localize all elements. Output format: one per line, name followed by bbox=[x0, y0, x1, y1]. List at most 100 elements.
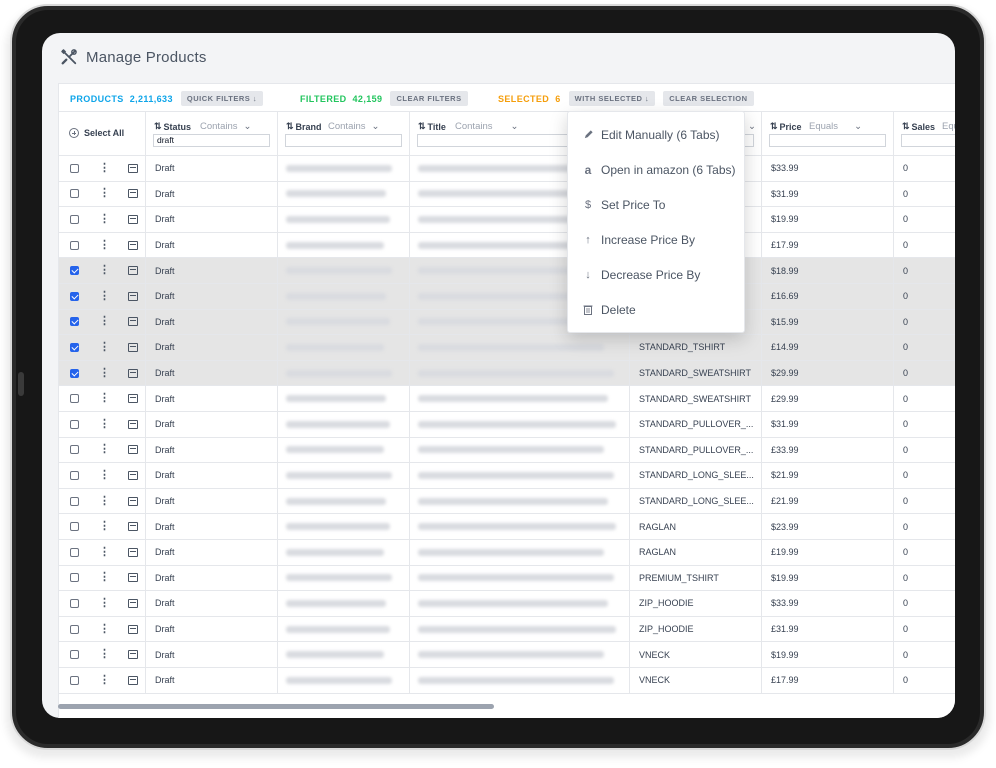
image-icon[interactable] bbox=[127, 189, 138, 199]
image-icon[interactable] bbox=[127, 573, 138, 583]
table-row[interactable]: ⋮ Draft $15.99 0 bbox=[59, 309, 955, 336]
more-vertical-icon[interactable]: ⋮ bbox=[99, 444, 110, 455]
title-sort-header[interactable]: ⇅ Title bbox=[418, 121, 446, 132]
image-icon[interactable] bbox=[127, 547, 138, 557]
table-row[interactable]: ⋮ Draft STANDARD_PULLOVER_... £33.99 0 bbox=[59, 437, 955, 464]
image-icon[interactable] bbox=[127, 445, 138, 455]
more-vertical-icon[interactable]: ⋮ bbox=[99, 341, 110, 353]
table-row[interactable]: ⋮ Draft ZIP_HOODIE $33.99 0 bbox=[59, 591, 955, 617]
select-all-button[interactable]: Select All bbox=[69, 128, 124, 138]
more-vertical-icon[interactable]: ⋮ bbox=[99, 265, 110, 276]
image-icon[interactable] bbox=[127, 342, 138, 352]
brand-filter-input[interactable] bbox=[285, 134, 402, 147]
row-checkbox[interactable] bbox=[69, 650, 79, 660]
price-filter-input[interactable] bbox=[769, 134, 886, 147]
menu-item-decrease-price[interactable]: ↓ Decrease Price By bbox=[568, 257, 744, 292]
image-icon[interactable] bbox=[127, 650, 138, 660]
clear-filters-button[interactable]: CLEAR FILTERS bbox=[390, 91, 468, 106]
row-checkbox[interactable] bbox=[69, 573, 79, 583]
table-row[interactable]: ⋮ Draft $33.99 0 bbox=[59, 156, 955, 182]
row-checkbox[interactable] bbox=[69, 266, 79, 276]
menu-item-increase-price[interactable]: ↑ Increase Price By bbox=[568, 222, 744, 257]
table-row[interactable]: ⋮ Draft £16.69 0 bbox=[59, 284, 955, 310]
more-vertical-icon[interactable]: ⋮ bbox=[99, 367, 110, 379]
table-row[interactable]: ⋮ Draft ZIP_HOODIE £31.99 0 bbox=[59, 616, 955, 643]
row-checkbox[interactable] bbox=[69, 342, 79, 352]
with-selected-button[interactable]: WITH SELECTED ↓ bbox=[568, 91, 656, 106]
table-row[interactable]: ⋮ Draft £17.99 0 bbox=[59, 232, 955, 259]
table-row[interactable]: ⋮ Draft RAGLAN £19.99 0 bbox=[59, 540, 955, 566]
row-checkbox[interactable] bbox=[69, 394, 79, 404]
more-vertical-icon[interactable]: ⋮ bbox=[99, 393, 110, 404]
image-icon[interactable] bbox=[127, 163, 138, 173]
table-row[interactable]: ⋮ Draft $18.99 0 bbox=[59, 258, 955, 284]
table-row[interactable]: ⋮ Draft VNECK $19.99 0 bbox=[59, 642, 955, 668]
more-vertical-icon[interactable]: ⋮ bbox=[99, 213, 110, 225]
table-row[interactable]: ⋮ Draft STANDARD_TSHIRT £14.99 0 bbox=[59, 335, 955, 361]
row-checkbox[interactable] bbox=[69, 368, 79, 378]
status-filter-type[interactable]: Contains ⌄ bbox=[200, 121, 251, 132]
image-icon[interactable] bbox=[127, 522, 138, 532]
row-checkbox[interactable] bbox=[69, 240, 79, 250]
row-checkbox[interactable] bbox=[69, 445, 79, 455]
more-vertical-icon[interactable]: ⋮ bbox=[99, 188, 110, 199]
image-icon[interactable] bbox=[127, 266, 138, 276]
price-sort-header[interactable]: ⇅ Price bbox=[770, 121, 802, 132]
more-vertical-icon[interactable]: ⋮ bbox=[99, 649, 110, 660]
more-vertical-icon[interactable]: ⋮ bbox=[99, 521, 110, 532]
more-vertical-icon[interactable]: ⋮ bbox=[99, 316, 110, 327]
more-vertical-icon[interactable]: ⋮ bbox=[99, 239, 110, 251]
table-row[interactable]: ⋮ Draft STANDARD_PULLOVER_... $31.99 0 bbox=[59, 412, 955, 438]
image-icon[interactable] bbox=[127, 419, 138, 429]
row-checkbox[interactable] bbox=[69, 598, 79, 608]
quick-filters-button[interactable]: QUICK FILTERS ↓ bbox=[180, 91, 264, 106]
more-vertical-icon[interactable]: ⋮ bbox=[99, 597, 110, 609]
image-icon[interactable] bbox=[127, 240, 138, 250]
image-icon[interactable] bbox=[127, 624, 138, 634]
table-row[interactable]: ⋮ Draft STANDARD_SWEATSHIRT $29.99 0 bbox=[59, 360, 955, 387]
menu-item-set-price[interactable]: $ Set Price To bbox=[568, 187, 744, 222]
image-icon[interactable] bbox=[127, 675, 138, 685]
row-checkbox[interactable] bbox=[69, 624, 79, 634]
row-checkbox[interactable] bbox=[69, 419, 79, 429]
title-filter-type[interactable]: Contains ⌄ bbox=[455, 121, 518, 132]
sales-filter-input[interactable] bbox=[901, 134, 955, 147]
row-checkbox[interactable] bbox=[69, 522, 79, 532]
more-vertical-icon[interactable]: ⋮ bbox=[99, 162, 110, 174]
image-icon[interactable] bbox=[127, 291, 138, 301]
menu-item-delete[interactable]: Delete bbox=[568, 292, 744, 327]
table-row[interactable]: ⋮ Draft STANDARD_LONG_SLEE... $21.99 0 bbox=[59, 463, 955, 489]
image-icon[interactable] bbox=[127, 317, 138, 327]
row-checkbox[interactable] bbox=[69, 214, 79, 224]
row-checkbox[interactable] bbox=[69, 470, 79, 480]
more-vertical-icon[interactable]: ⋮ bbox=[99, 290, 110, 302]
row-checkbox[interactable] bbox=[69, 163, 79, 173]
status-sort-header[interactable]: ⇅ Status bbox=[154, 121, 191, 132]
row-checkbox[interactable] bbox=[69, 675, 79, 685]
table-row[interactable]: ⋮ Draft VNECK £17.99 0 bbox=[59, 668, 955, 694]
menu-item-edit-manually[interactable]: Edit Manually (6 Tabs) bbox=[568, 117, 744, 152]
clear-selection-button[interactable]: CLEAR SELECTION bbox=[663, 91, 754, 106]
row-checkbox[interactable] bbox=[69, 317, 79, 327]
more-vertical-icon[interactable]: ⋮ bbox=[99, 623, 110, 635]
horizontal-scrollbar[interactable] bbox=[58, 704, 494, 709]
menu-item-open-amazon[interactable]: a Open in amazon (6 Tabs) bbox=[568, 152, 744, 187]
sales-filter-type[interactable]: Equ bbox=[942, 121, 955, 132]
table-row[interactable]: ⋮ Draft $19.99 0 bbox=[59, 207, 955, 233]
table-row[interactable]: ⋮ Draft STANDARD_SWEATSHIRT £29.99 0 bbox=[59, 386, 955, 412]
table-row[interactable]: ⋮ Draft STANDARD_LONG_SLEE... £21.99 0 bbox=[59, 488, 955, 515]
more-vertical-icon[interactable]: ⋮ bbox=[99, 572, 110, 583]
row-checkbox[interactable] bbox=[69, 189, 79, 199]
table-row[interactable]: ⋮ Draft PREMIUM_TSHIRT $19.99 0 bbox=[59, 565, 955, 592]
image-icon[interactable] bbox=[127, 394, 138, 404]
more-vertical-icon[interactable]: ⋮ bbox=[99, 418, 110, 430]
more-vertical-icon[interactable]: ⋮ bbox=[99, 495, 110, 507]
status-filter-input[interactable]: draft bbox=[153, 134, 270, 147]
table-row[interactable]: ⋮ Draft $31.99 0 bbox=[59, 181, 955, 208]
more-vertical-icon[interactable]: ⋮ bbox=[99, 546, 110, 558]
more-vertical-icon[interactable]: ⋮ bbox=[99, 674, 110, 686]
brand-filter-type[interactable]: Contains ⌄ bbox=[328, 121, 379, 132]
image-icon[interactable] bbox=[127, 470, 138, 480]
image-icon[interactable] bbox=[127, 368, 138, 378]
image-icon[interactable] bbox=[127, 214, 138, 224]
